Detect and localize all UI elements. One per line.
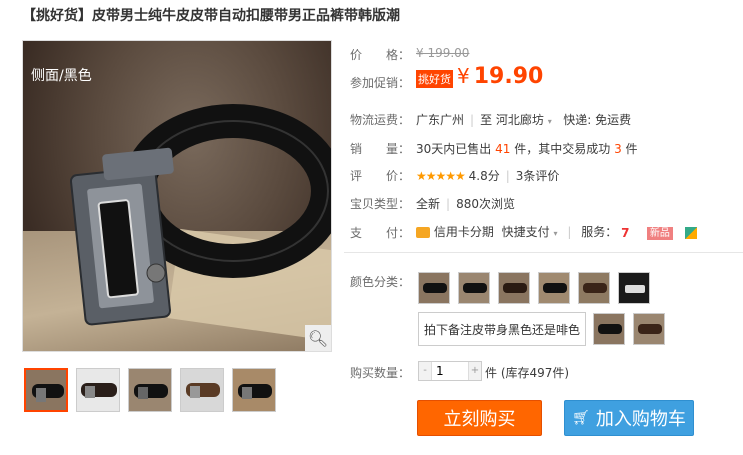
rating-label: 评 价： — [350, 169, 411, 183]
guarantee-icon[interactable] — [684, 226, 697, 239]
quantity-unit: 件 — [485, 366, 498, 380]
color-swatch-2[interactable] — [458, 272, 490, 304]
thumbnail-strip — [24, 368, 276, 412]
credit-installment[interactable]: 信用卡分期 — [434, 225, 494, 239]
rating-score: 4.8分 — [468, 169, 500, 183]
increment-button[interactable]: + — [469, 362, 481, 380]
thumbnail-1[interactable] — [24, 368, 68, 412]
star-rating-icon: ★★★★★ — [416, 169, 466, 183]
color-swatch-8[interactable] — [633, 313, 665, 345]
sales-prefix: 30天内已售出 — [416, 142, 492, 156]
color-swatch-3[interactable] — [498, 272, 530, 304]
add-to-cart-label: 加入购物车 — [595, 409, 686, 430]
thumbnail-3[interactable] — [128, 368, 172, 412]
quantity-stepper: - + — [418, 361, 482, 381]
promo-tag: 挑好货 — [416, 70, 453, 88]
decrement-button[interactable]: - — [419, 362, 431, 380]
sales-suffix: 件 — [625, 142, 638, 156]
original-price: ¥ 199.00 — [416, 46, 470, 60]
zoom-icon[interactable]: 🔍︎ — [305, 325, 331, 351]
chevron-down-icon: ▾ — [547, 117, 552, 126]
price-label: 价 格： — [350, 48, 411, 62]
item-type-label: 宝贝类型： — [350, 197, 411, 211]
belt-illustration — [69, 104, 331, 326]
currency-symbol: ¥ — [457, 64, 470, 88]
cart-icon: 🛒︎ — [572, 410, 590, 426]
payment-row: 信用卡分期 快捷支付 ▾ | 服务： 7 新品 — [416, 223, 697, 240]
product-title: 【挑好货】皮带男士纯牛皮皮带自动扣腰带男正品裤带韩版潮 — [22, 8, 400, 24]
ship-method: 快递: 免运费 — [563, 113, 632, 127]
shipping-label: 物流运费： — [350, 113, 411, 127]
credit-card-icon — [416, 227, 430, 238]
sales-label: 销 量： — [350, 142, 411, 156]
payment-label: 支 付： — [350, 226, 411, 240]
sales-mid: 件，其中交易成功 — [514, 142, 611, 156]
ship-to-prefix: 至 — [480, 113, 493, 127]
color-swatch-7[interactable] — [593, 313, 625, 345]
image-caption: 侧面/黑色 — [31, 68, 92, 84]
sales-row: 30天内已售出 41 件，其中交易成功 3 件 — [416, 140, 638, 157]
main-product-image[interactable]: 侧面/黑色 🔍︎ — [22, 40, 332, 352]
seven-day-return-icon[interactable]: 7 — [621, 226, 637, 240]
divider — [344, 252, 743, 253]
sales-count: 41 — [495, 142, 511, 156]
promo-label: 参加促销： — [350, 76, 411, 90]
quantity-input[interactable] — [431, 362, 469, 380]
thumbnail-5[interactable] — [232, 368, 276, 412]
item-condition: 全新 — [416, 197, 441, 211]
sales-success-count: 3 — [614, 142, 622, 156]
ship-to-select[interactable]: 河北廊坊 ▾ — [496, 113, 552, 127]
thumbnail-4[interactable] — [180, 368, 224, 412]
review-count-link[interactable]: 3条评价 — [516, 169, 560, 183]
color-option-note[interactable]: 拍下备注皮带身黑色还是啡色 — [418, 312, 586, 346]
color-swatch-4[interactable] — [538, 272, 570, 304]
add-to-cart-button[interactable]: 🛒︎ 加入购物车 — [564, 400, 694, 436]
ship-to-value: 河北廊坊 — [495, 113, 544, 127]
stock-count: (库存497件) — [500, 366, 570, 380]
quantity-info: 件 (库存497件) — [485, 364, 569, 381]
rating-row: ★★★★★ 4.8分 | 3条评价 — [416, 169, 560, 183]
chevron-down-icon[interactable]: ▾ — [554, 229, 558, 238]
color-label: 颜色分类： — [350, 275, 411, 289]
color-swatch-6[interactable] — [618, 272, 650, 304]
color-swatch-1[interactable] — [418, 272, 450, 304]
thumbnail-2[interactable] — [76, 368, 120, 412]
buy-now-button[interactable]: 立刻购买 — [417, 400, 542, 436]
ship-from: 广东广州 — [416, 113, 465, 127]
promo-price: 19.90 — [473, 64, 544, 89]
shipping-row: 广东广州 | 至 河北廊坊 ▾ 快递: 免运费 — [416, 113, 632, 127]
item-type-row: 全新 | 880次浏览 — [416, 197, 515, 211]
quantity-label: 购买数量： — [350, 366, 411, 380]
color-swatch-5[interactable] — [578, 272, 610, 304]
new-product-badge[interactable]: 新品 — [646, 227, 673, 240]
promo-price-row: 挑好货 ¥19.90 — [416, 64, 543, 89]
view-count: 880次浏览 — [456, 197, 515, 211]
quick-pay[interactable]: 快捷支付 — [502, 225, 550, 239]
service-label: 服务： — [581, 225, 618, 239]
